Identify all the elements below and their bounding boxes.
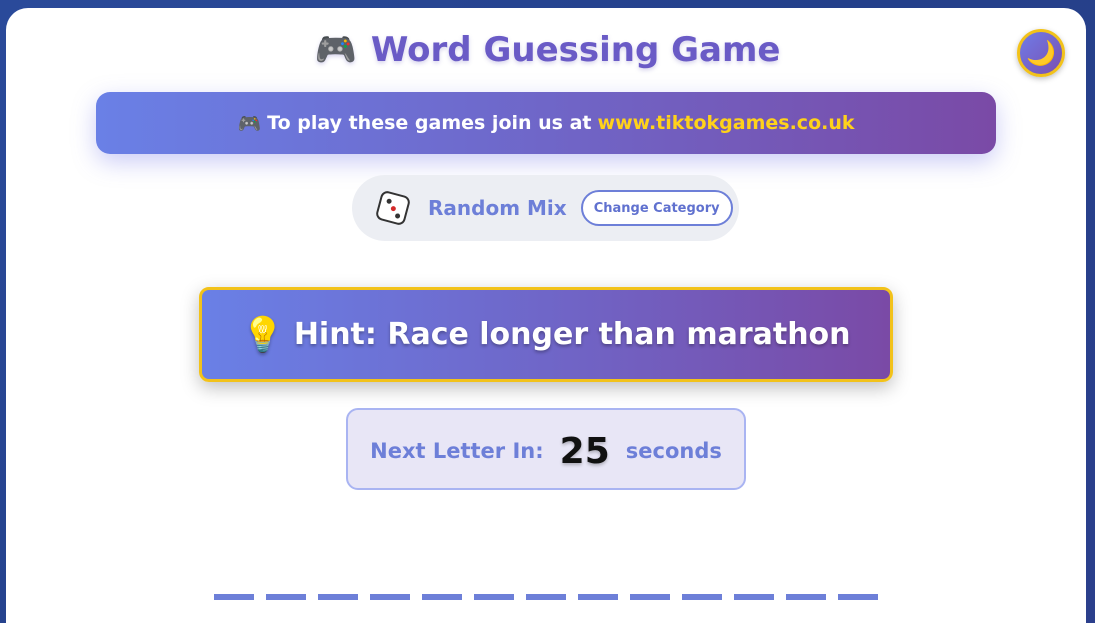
timer-unit: seconds [625, 439, 722, 463]
letter-slot [786, 594, 826, 600]
letter-slot [526, 594, 566, 600]
letter-slot [422, 594, 462, 600]
letter-slot [266, 594, 306, 600]
letter-timer: Next Letter In: 25 seconds [346, 408, 746, 490]
letter-slot [318, 594, 358, 600]
letter-slot [474, 594, 514, 600]
letter-slot [578, 594, 618, 600]
theme-toggle-button[interactable]: 🌙 [1017, 29, 1065, 77]
lightbulb-icon: 💡 [241, 314, 284, 355]
hint-text: Hint: Race longer than marathon [293, 317, 851, 352]
promo-banner: 🎮 To play these games join us at www.tik… [96, 92, 996, 154]
dice-icon [374, 189, 412, 227]
page-title: 🎮 Word Guessing Game [0, 30, 1095, 70]
word-letter-slots [214, 594, 878, 600]
timer-value: 25 [559, 430, 610, 472]
page-title-text: Word Guessing Game [370, 30, 781, 70]
banner-link[interactable]: www.tiktokgames.co.uk [598, 112, 855, 134]
timer-label: Next Letter In: [370, 439, 544, 463]
banner-text: To play these games join us at [267, 112, 592, 134]
category-selector: Random Mix Change Category [352, 175, 739, 241]
category-name: Random Mix [428, 196, 567, 220]
letter-slot [734, 594, 774, 600]
letter-slot [838, 594, 878, 600]
gamepad-icon: 🎮 [314, 30, 357, 70]
letter-slot [214, 594, 254, 600]
letter-slot [682, 594, 722, 600]
change-category-button[interactable]: Change Category [580, 190, 733, 226]
letter-slot [630, 594, 670, 600]
hint-panel: 💡 Hint: Race longer than marathon [199, 287, 893, 382]
gamepad-icon: 🎮 [237, 112, 262, 135]
moon-icon: 🌙 [1026, 39, 1056, 67]
letter-slot [370, 594, 410, 600]
